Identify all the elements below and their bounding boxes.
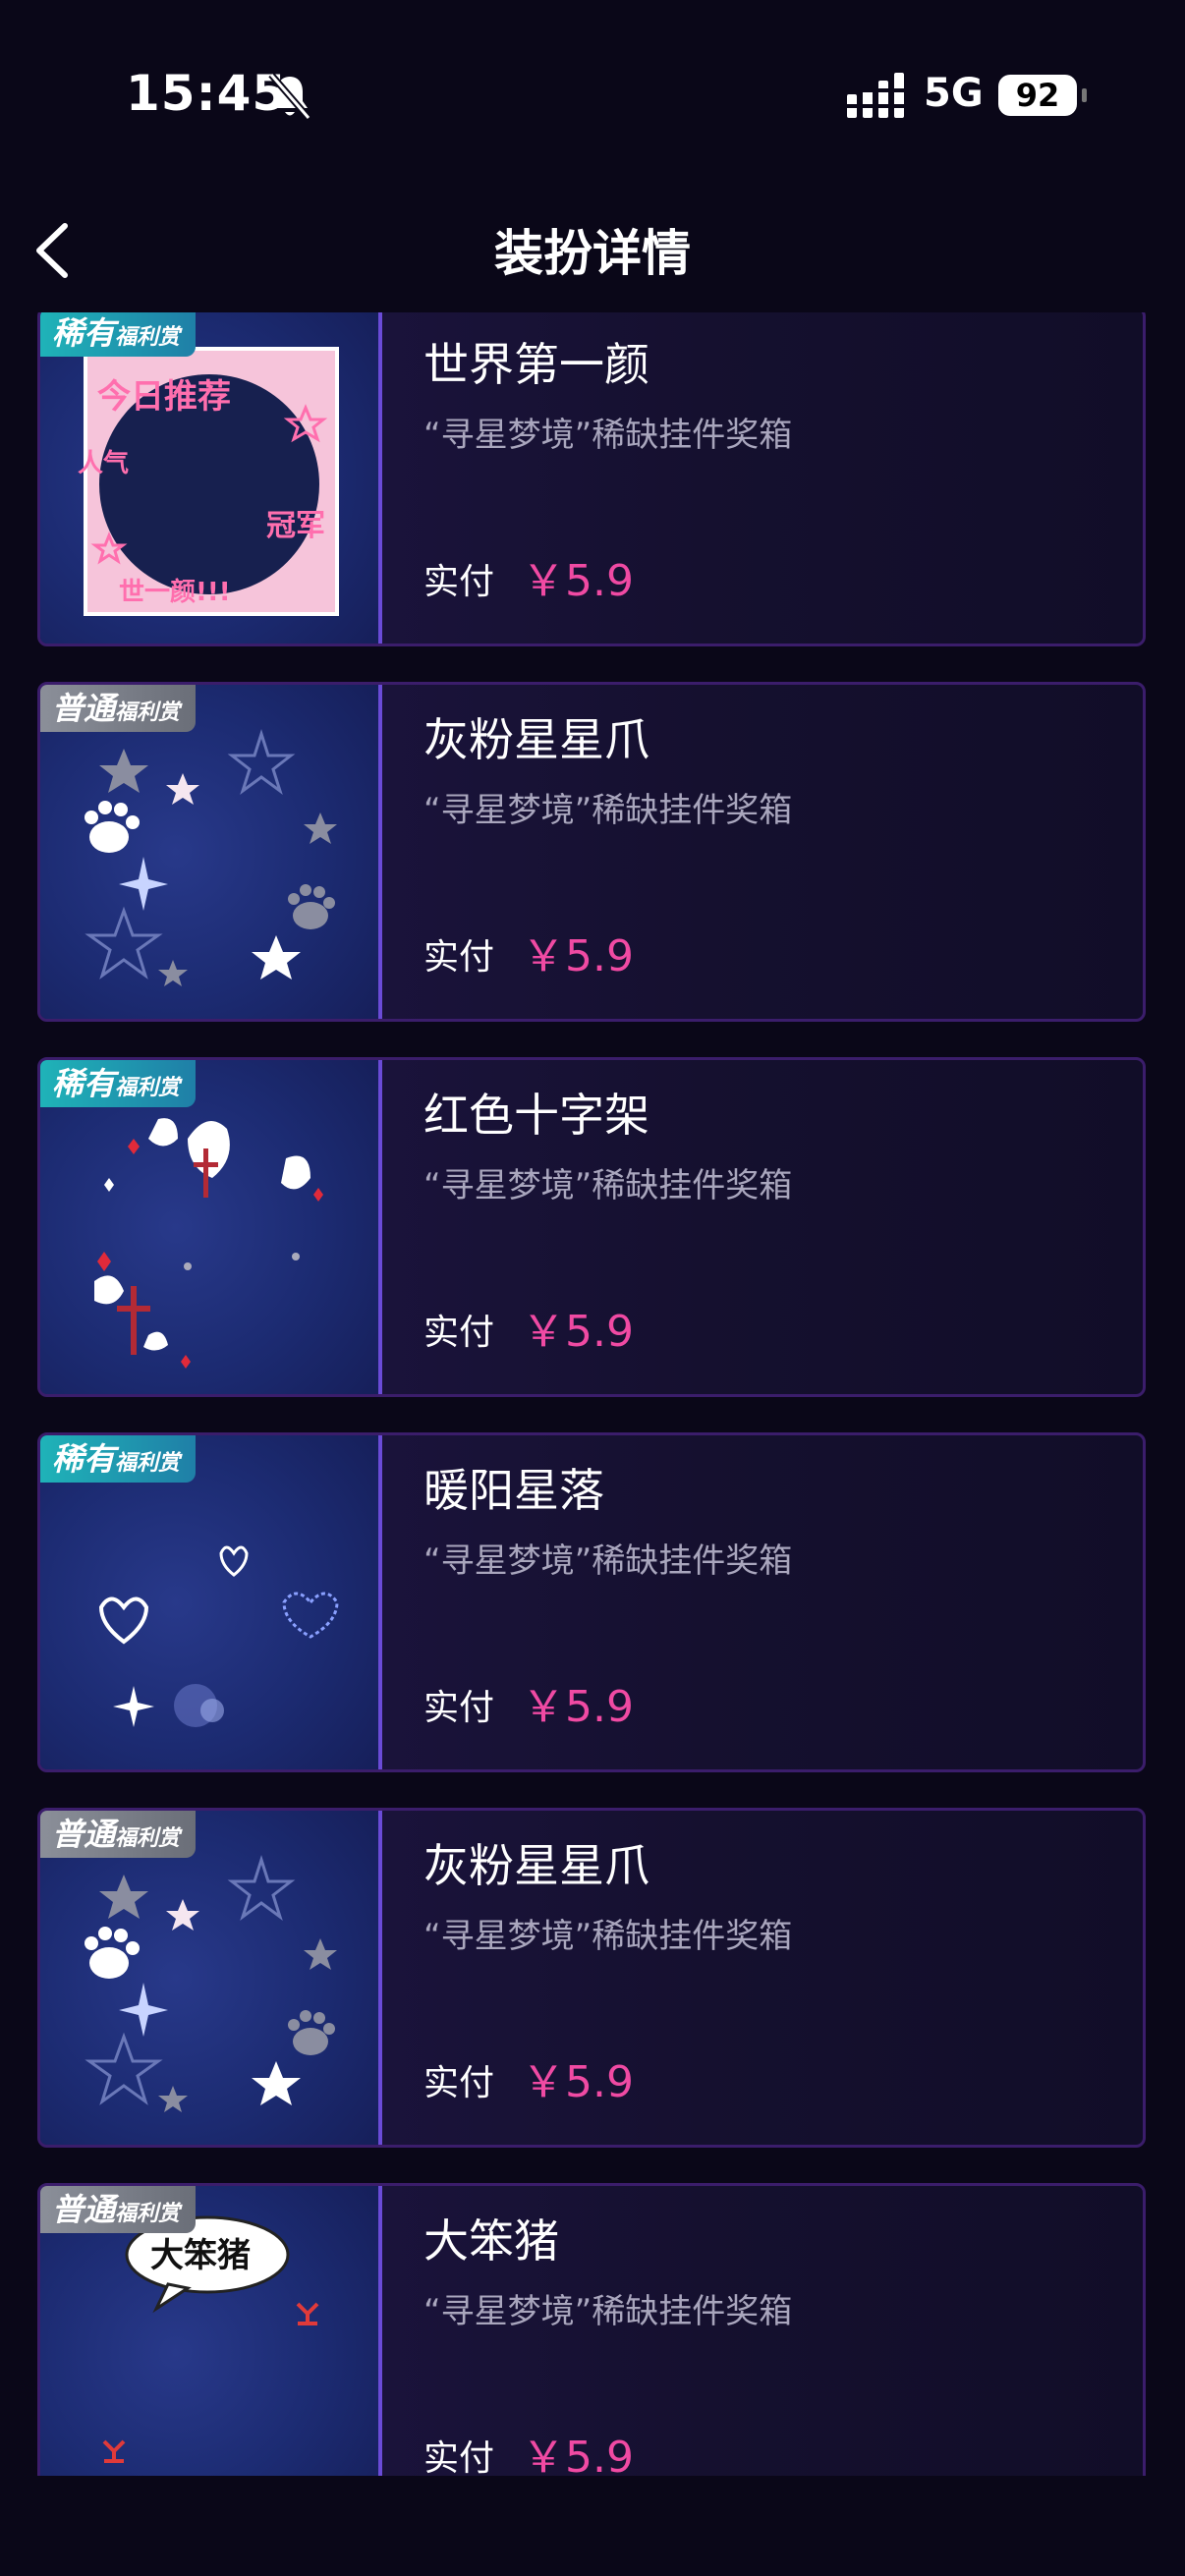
frame-text-4: 世一颜!!! [119, 578, 231, 607]
item-name: 灰粉星星爪 [423, 1839, 649, 1892]
paid-label: 实付 [423, 937, 495, 978]
item-price: ￥5.9 [522, 1307, 634, 1357]
rarity-tag: 普通福利赏 [40, 1811, 197, 1858]
item-list[interactable]: 今日推荐 人气 冠军 世一颜!!! 稀有福利赏 世界第一颜 “寻星梦境”稀缺挂件… [37, 312, 1146, 2476]
network-type: 5G [924, 71, 984, 116]
rarity-tag: 稀有福利赏 [40, 1435, 197, 1483]
paid-label: 实付 [423, 1313, 495, 1353]
item-price: ￥5.9 [522, 2057, 634, 2107]
item-thumbnail: 稀有福利赏 [40, 1435, 382, 1769]
item-desc: “寻星梦境”稀缺挂件奖箱 [423, 1917, 793, 1956]
frame-text-2: 人气 [78, 448, 129, 478]
frame-text-3: 冠军 [266, 509, 325, 543]
paw-star-preview [85, 1855, 337, 2112]
item-name: 红色十字架 [423, 1089, 649, 1142]
page-title: 装扮详情 [494, 225, 691, 282]
list-item[interactable]: 稀有福利赏 暖阳星落 “寻星梦境”稀缺挂件奖箱 实付 ￥5.9 [37, 1432, 1146, 1772]
item-name: 暖阳星落 [423, 1464, 604, 1517]
item-name: 世界第一颜 [423, 338, 649, 391]
paid-label: 实付 [423, 562, 495, 602]
item-thumbnail: 稀有福利赏 [40, 1060, 382, 1394]
avatar-frame-preview: 今日推荐 人气 冠军 世一颜!!! [78, 347, 339, 616]
item-price: ￥5.9 [522, 1682, 634, 1732]
item-desc: “寻星梦境”稀缺挂件奖箱 [423, 416, 793, 455]
pig-bubble-text: 大笨猪 [150, 2236, 251, 2275]
item-thumbnail: 普通福利赏 [40, 685, 382, 1019]
item-price: ￥5.9 [522, 2433, 634, 2476]
item-thumbnail: 今日推荐 人气 冠军 世一颜!!! 稀有福利赏 [40, 312, 382, 644]
rarity-tag: 稀有福利赏 [40, 312, 197, 357]
battery-indicator: 92 [998, 75, 1087, 116]
nav-header: 装扮详情 [0, 187, 1185, 314]
red-cross-preview [94, 1118, 323, 1369]
paid-label: 实付 [423, 2063, 495, 2103]
item-desc: “寻星梦境”稀缺挂件奖箱 [423, 791, 793, 830]
item-name: 灰粉星星爪 [423, 713, 649, 766]
paid-label: 实付 [423, 2438, 495, 2476]
warm-star-preview [98, 1545, 339, 1727]
rarity-tag: 稀有福利赏 [40, 1060, 197, 1107]
item-thumbnail: 普通福利赏 [40, 1811, 382, 2145]
paw-star-preview [85, 729, 337, 986]
rarity-tag: 普通福利赏 [40, 685, 197, 732]
rarity-tag: 普通福利赏 [40, 2186, 197, 2233]
frame-text-1: 今日推荐 [97, 377, 231, 417]
list-item[interactable]: 普通福利赏 灰粉星星爪 “寻星梦境”稀缺挂件奖箱 实付 ￥5.9 [37, 1808, 1146, 2148]
item-price: ￥5.9 [522, 931, 634, 981]
status-bar: 15:45 5G 92 [0, 0, 1185, 187]
item-price: ￥5.9 [522, 556, 634, 606]
item-desc: “寻星梦境”稀缺挂件奖箱 [423, 1166, 793, 1205]
item-desc: “寻星梦境”稀缺挂件奖箱 [423, 2292, 793, 2331]
item-desc: “寻星梦境”稀缺挂件奖箱 [423, 1541, 793, 1581]
list-item[interactable]: 稀有福利赏 红色十字架 “寻星梦境”稀缺挂件奖箱 实付 ￥5.9 [37, 1057, 1146, 1397]
list-item[interactable]: 普通福利赏 灰粉星星爪 “寻星梦境”稀缺挂件奖箱 实付 ￥5.9 [37, 682, 1146, 1022]
signal-bars-icon [847, 73, 904, 118]
bell-slash-icon [268, 72, 311, 121]
list-item[interactable]: 今日推荐 人气 冠军 世一颜!!! 稀有福利赏 世界第一颜 “寻星梦境”稀缺挂件… [37, 312, 1146, 646]
list-item[interactable]: 大笨猪 普通福利赏 大笨猪 “寻星梦境”稀缺挂件奖箱 实付 ￥5.9 [37, 2183, 1146, 2476]
item-name: 大笨猪 [423, 2214, 559, 2268]
status-time: 15:45 [126, 65, 288, 122]
item-thumbnail: 大笨猪 普通福利赏 [40, 2186, 382, 2476]
paid-label: 实付 [423, 1688, 495, 1728]
